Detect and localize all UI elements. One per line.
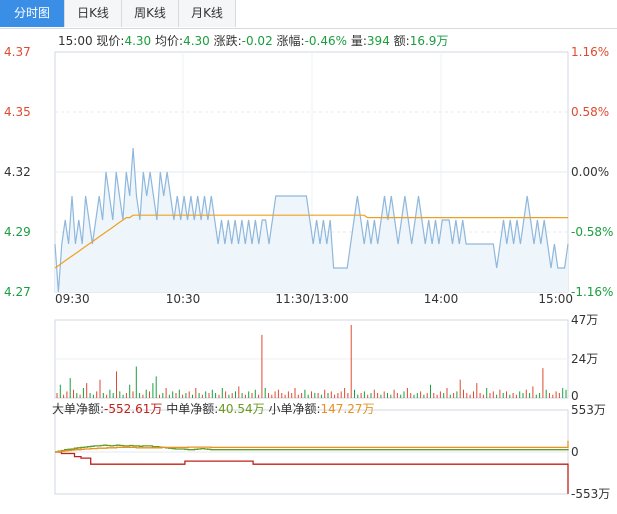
volume-y-tick: 24万 (571, 352, 598, 366)
x-tick: 14:00 (424, 292, 459, 306)
y-tick-left: 4.29 (4, 225, 31, 239)
x-tick: 15:00 (538, 292, 573, 306)
small-flow-value: 147.27万 (320, 402, 375, 416)
x-tick: 09:30 (55, 292, 90, 306)
y-tick-right: 1.16% (571, 45, 609, 59)
y-tick-left: 4.27 (4, 285, 31, 299)
y-tick-right: -1.16% (571, 285, 613, 299)
intraday-chart: 4.37 4.35 4.32 4.29 4.27 1.16% 0.58% 0.00% -0.58… (4, 45, 613, 501)
y-tick-left: 4.35 (4, 105, 31, 119)
mid-flow-value: 40.54万 (218, 402, 265, 416)
y-tick-left: 4.37 (4, 45, 31, 59)
volume-y-tick: 0 (571, 389, 579, 403)
small-flow-label: 小单净额: (268, 402, 321, 416)
net-flow-legend: 大单净额:-552.61万 中单净额:40.54万 小单净额:147.27万 (52, 400, 374, 417)
y-tick-right: -0.58% (571, 225, 613, 239)
big-flow-line (55, 451, 569, 494)
x-tick: 10:30 (166, 292, 201, 306)
y-tick-right: 0.58% (571, 105, 609, 119)
volume-y-tick: 47万 (571, 313, 598, 327)
flow-y-tick: 553万 (571, 403, 606, 417)
y-tick-right: 0.00% (571, 165, 609, 179)
flow-y-tick: -553万 (571, 487, 610, 501)
big-flow-value: -552.61万 (104, 402, 163, 416)
flow-y-tick: 0 (571, 445, 579, 459)
big-flow-label: 大单净额: (52, 402, 105, 416)
mid-flow-label: 中单净额: (166, 402, 219, 416)
y-tick-left: 4.32 (4, 165, 31, 179)
x-tick: 11:30/13:00 (275, 292, 348, 306)
mid-flow-line (55, 444, 569, 453)
